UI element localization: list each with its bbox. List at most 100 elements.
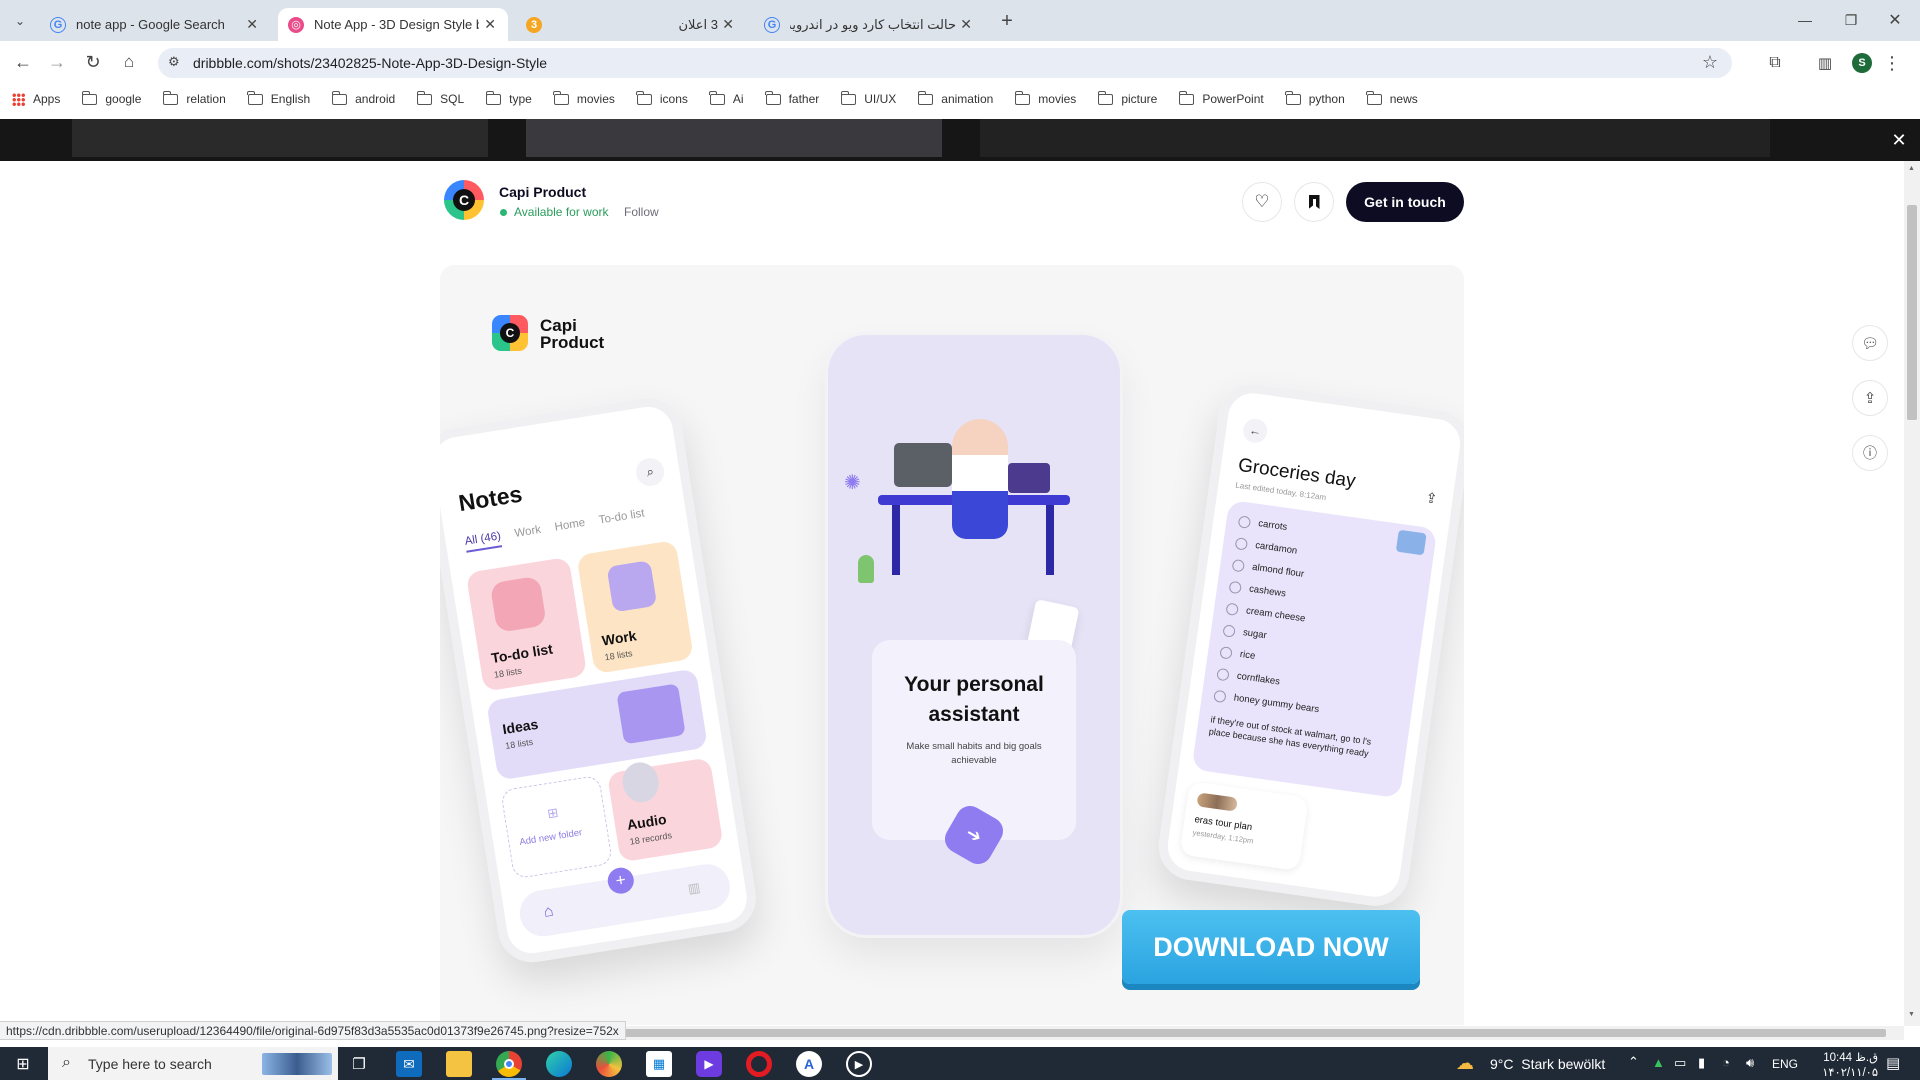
language-indicator[interactable]: ENG: [1772, 1057, 1798, 1071]
battery-icon[interactable]: ▮: [1698, 1055, 1705, 1071]
start-windows-icon[interactable]: ⊞: [0, 1047, 46, 1080]
home-icon[interactable]: ⌂: [116, 49, 142, 75]
app-a-icon[interactable]: A: [796, 1051, 822, 1077]
assistant-title: Your personal assistant: [904, 673, 1044, 726]
desk-leg: [892, 505, 900, 575]
taskbar-search[interactable]: ⌕ Type here to search: [48, 1047, 338, 1080]
close-tab-icon[interactable]: ✕: [246, 16, 258, 33]
paint-icon[interactable]: [596, 1051, 622, 1077]
share-button[interactable]: ⇪: [1852, 380, 1888, 416]
tab-google-search[interactable]: G note app - Google Search ✕: [40, 8, 270, 41]
bookmark-label: Apps: [33, 92, 61, 106]
url-text: dribbble.com/shots/23402825-Note-App-3D-…: [193, 55, 548, 71]
clock-time[interactable]: 10:44 ق.ظ: [1812, 1050, 1878, 1064]
chrome-icon[interactable]: [496, 1051, 522, 1077]
vpn-shield-icon[interactable]: ▶: [696, 1051, 722, 1077]
comments-button[interactable]: 💬︎: [1852, 325, 1888, 361]
tray-monitor-icon[interactable]: ▭: [1674, 1055, 1686, 1071]
bookmark-label: news: [1389, 92, 1418, 106]
close-modal-icon[interactable]: ✕: [1888, 129, 1910, 151]
bookmark-icon: [1308, 195, 1320, 209]
volume-icon[interactable]: 🔊︎: [1746, 1055, 1754, 1071]
address-bar[interactable]: ⚙ dribbble.com/shots/23402825-Note-App-3…: [158, 48, 1732, 78]
weather-text[interactable]: 9°C Stark bewölkt: [1490, 1056, 1605, 1072]
scrollbar-thumb[interactable]: [1907, 205, 1917, 420]
search-highlight-image: [262, 1053, 332, 1075]
edge-icon[interactable]: [546, 1051, 572, 1077]
folder-icon: [840, 90, 857, 105]
bookmark-folder[interactable]: PowerPoint: [1178, 90, 1264, 106]
page-scrollbar[interactable]: ▲ ▼: [1904, 161, 1920, 1026]
avatar-group-icon: [1196, 792, 1238, 812]
task-view-icon[interactable]: ❐: [346, 1051, 372, 1077]
follow-link[interactable]: Follow: [624, 205, 659, 219]
close-tab-icon[interactable]: ✕: [960, 16, 972, 33]
tab-title: note app - Google Search: [76, 17, 225, 32]
forward-icon[interactable]: →: [44, 49, 70, 75]
bookmark-folder[interactable]: picture: [1097, 90, 1157, 106]
avatar[interactable]: S: [1852, 53, 1872, 73]
bookmark-apps[interactable]: Apps: [12, 92, 60, 106]
menu-icon[interactable]: ⋮: [1883, 50, 1901, 76]
reload-icon[interactable]: ↻: [80, 49, 106, 75]
bookmark-folder[interactable]: news: [1366, 90, 1418, 106]
network-icon[interactable]: ◔: [1722, 1055, 1730, 1070]
bookmark-folder[interactable]: SQL: [416, 90, 465, 106]
bookmark-folder[interactable]: android: [331, 90, 395, 106]
bookmark-folder[interactable]: animation: [917, 90, 993, 106]
bookmark-folder[interactable]: English: [247, 90, 310, 106]
weather-icon[interactable]: ☁: [1456, 1053, 1474, 1074]
side-panel-icon[interactable]: ▥: [1812, 50, 1838, 76]
tab-search-icon[interactable]: ⌄: [8, 9, 32, 33]
extensions-icon[interactable]: ⧉: [1762, 50, 1788, 76]
bookmark-folder[interactable]: UI/UX: [840, 90, 896, 106]
save-button[interactable]: [1294, 182, 1334, 222]
bookmark-star-icon[interactable]: ☆: [1702, 52, 1718, 73]
bookmark-folder[interactable]: Ai: [709, 90, 744, 106]
clock-date[interactable]: ۱۴۰۲/۱۱/۰۵: [1812, 1065, 1878, 1079]
like-button[interactable]: ♡: [1242, 182, 1282, 222]
card-subtitle: 18 lists: [504, 736, 534, 752]
tab-dribbble[interactable]: ◎ Note App - 3D Design Style by ✕: [278, 8, 508, 41]
media-player-icon[interactable]: ▶: [846, 1051, 872, 1077]
bookmark-folder[interactable]: movies: [1014, 90, 1076, 106]
mini-note-card: eras tour plan yesterday, 1:12pm: [1179, 781, 1309, 872]
back-icon[interactable]: ←: [10, 49, 36, 75]
scrollbar-up-icon[interactable]: ▲: [1908, 165, 1915, 172]
info-button[interactable]: ⓘ: [1852, 435, 1888, 471]
google-icon: G: [50, 16, 66, 33]
tab-title: 3 اعلان: [678, 16, 718, 32]
close-window-icon[interactable]: ✕: [1880, 8, 1910, 32]
new-tab-icon[interactable]: +: [995, 9, 1019, 33]
file-explorer-icon[interactable]: [446, 1051, 472, 1077]
bookmark-folder[interactable]: relation: [162, 90, 226, 106]
grocery-note: if they're out of stock at walmart, go t…: [1208, 714, 1372, 759]
folder-icon: [331, 90, 348, 105]
site-info-icon[interactable]: ⚙: [168, 54, 180, 70]
opera-icon[interactable]: [746, 1051, 772, 1077]
notification-icon[interactable]: ▤: [1886, 1054, 1900, 1072]
bookmark-folder[interactable]: father: [764, 90, 819, 106]
close-tab-icon[interactable]: ✕: [484, 16, 496, 33]
tray-app-icon[interactable]: ▲: [1652, 1055, 1665, 1070]
mail-icon[interactable]: ✉: [396, 1051, 422, 1077]
minimize-icon[interactable]: —: [1790, 8, 1820, 32]
bookmark-label: SQL: [440, 92, 465, 106]
tab-android-cardview[interactable]: G حالت انتخاب کارد ویو در اندروید ✕: [754, 8, 984, 41]
store-icon[interactable]: ▦: [646, 1051, 672, 1077]
bookmark-folder[interactable]: type: [485, 90, 532, 106]
bookmark-folder[interactable]: icons: [636, 90, 688, 106]
tab-notifications[interactable]: 3 3 اعلان ✕: [516, 8, 746, 41]
tray-chevron-icon[interactable]: ⌃: [1628, 1054, 1639, 1070]
get-in-touch-button[interactable]: Get in touch: [1346, 182, 1464, 222]
close-tab-icon[interactable]: ✕: [722, 16, 734, 33]
scrollbar-down-icon[interactable]: ▼: [1908, 1011, 1915, 1018]
designer-logo[interactable]: C: [444, 180, 484, 220]
taskbar-search-placeholder: Type here to search: [88, 1056, 212, 1072]
bookmark-folder[interactable]: google: [81, 90, 141, 106]
brand-line: Product: [540, 333, 605, 352]
bookmark-folder[interactable]: movies: [553, 90, 615, 106]
bookmark-folder[interactable]: python: [1285, 90, 1345, 106]
restore-icon[interactable]: ❐: [1836, 8, 1866, 32]
designer-name[interactable]: Capi Product: [499, 184, 586, 200]
